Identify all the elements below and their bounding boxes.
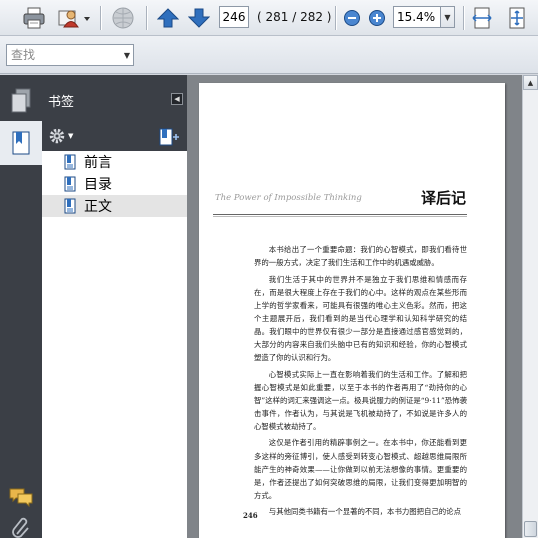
new-bookmark-button[interactable] xyxy=(158,127,180,150)
print-button[interactable] xyxy=(20,5,48,31)
find-input[interactable]: 查找 xyxy=(6,44,134,66)
comments-tab[interactable] xyxy=(0,475,42,519)
bookmark-icon xyxy=(12,131,29,155)
zoom-in-icon xyxy=(369,10,385,26)
chevron-down-icon: ▼ xyxy=(444,12,451,22)
arrow-down-icon xyxy=(188,8,210,28)
panel-title: 书签 xyxy=(48,95,75,110)
comments-icon xyxy=(9,488,33,508)
bookmark-icon xyxy=(64,176,76,192)
bookmark-label: 目录 xyxy=(84,177,112,193)
bookmark-icon xyxy=(64,154,76,170)
zoom-in-button[interactable] xyxy=(367,5,387,31)
scroll-thumb[interactable] xyxy=(524,521,537,537)
printer-icon xyxy=(23,7,45,29)
triangle-up-icon: ▲ xyxy=(527,78,534,87)
paragraph: 与其他同类书籍有一个显著的不同，本书力图把自己的论点 xyxy=(268,507,461,517)
gear-icon xyxy=(49,128,65,144)
attachments-tab[interactable] xyxy=(0,515,42,538)
bookmark-label: 前言 xyxy=(84,155,112,171)
email-button[interactable] xyxy=(56,5,92,31)
paragraph: 我们生活于其中的世界并不是独立于我们思维和情感而存在，而是很大程度上存在于我们的… xyxy=(254,274,467,363)
vertical-scrollbar[interactable]: ▲ xyxy=(522,75,538,538)
fit-page-button[interactable] xyxy=(505,5,529,31)
document-view[interactable]: The Power of Impossible Thinking 译后记 本书给… xyxy=(187,75,522,538)
zoom-out-icon xyxy=(344,10,360,26)
bookmark-item-contents[interactable]: 目录 xyxy=(42,173,187,195)
new-bookmark-icon xyxy=(159,128,179,146)
previous-page-button[interactable] xyxy=(155,5,181,31)
pages-icon xyxy=(11,88,31,113)
scrolling-mode-button[interactable] xyxy=(470,5,494,31)
bookmarks-tab[interactable] xyxy=(0,121,42,165)
main-toolbar: 246 ( 281 / 282 ) 15.4% ▼ xyxy=(0,0,538,36)
zoom-dropdown-button[interactable]: ▼ xyxy=(441,6,455,28)
header-rule xyxy=(213,214,467,215)
scroll-up-button[interactable]: ▲ xyxy=(523,75,538,90)
arrow-up-icon xyxy=(157,8,179,28)
zoom-out-button[interactable] xyxy=(342,5,362,31)
paperclip-icon xyxy=(12,517,29,538)
page-count: ( 281 / 282 ) xyxy=(257,10,332,24)
find-toolbar: 查找 ▼ xyxy=(0,36,538,74)
navigation-rail xyxy=(0,75,42,538)
collapse-panel-button[interactable]: ◀ xyxy=(171,93,183,105)
page-number-input[interactable]: 246 xyxy=(219,6,249,28)
document-page: The Power of Impossible Thinking 译后记 本书给… xyxy=(199,83,505,538)
chevron-down-icon: ▼ xyxy=(68,132,74,140)
page-number: 246 xyxy=(243,511,258,520)
paragraph: 这仅是作者引用的精辟事例之一。在本书中，你还能看到更多这样的旁征博引，使人感受到… xyxy=(254,438,467,500)
chevron-down-icon: ▼ xyxy=(123,50,131,60)
bookmark-list: 前言 目录 正文 xyxy=(42,151,187,217)
collaborate-button[interactable] xyxy=(108,5,138,31)
options-button[interactable]: ▼ xyxy=(48,127,73,145)
pages-tab[interactable] xyxy=(0,79,42,123)
bookmark-item-main-text[interactable]: 正文 xyxy=(42,195,187,217)
header-rule-thin xyxy=(213,216,467,217)
zoom-level-input[interactable]: 15.4% xyxy=(393,6,441,28)
bookmarks-panel: 书签 ◀ ▼ 前言 目录 正文 xyxy=(42,75,187,538)
body-text: 本书给出了一个重要命题：我们的心智模式，即我们看待世界的一般方式，决定了我们生活… xyxy=(254,243,467,522)
bookmark-label: 正文 xyxy=(84,199,112,215)
panel-header: 书签 ◀ xyxy=(42,75,187,123)
next-page-button[interactable] xyxy=(186,5,212,31)
panel-toolbar: ▼ xyxy=(42,123,187,151)
fit-width-icon xyxy=(472,7,492,29)
email-user-icon xyxy=(58,10,90,28)
find-dropdown-button[interactable]: ▼ xyxy=(120,44,134,66)
triangle-left-icon: ◀ xyxy=(174,95,180,103)
bookmark-icon xyxy=(64,198,76,214)
chapter-title: 译后记 xyxy=(421,189,467,207)
globe-icon xyxy=(112,7,134,29)
fit-page-icon xyxy=(509,7,525,29)
paragraph: 心智模式实际上一直在影响着我们的生活和工作。了解和把握心智模式是如此重要，以至于… xyxy=(254,369,467,431)
paragraph: 本书给出了一个重要命题：我们的心智模式，即我们看待世界的一般方式，决定了我们生活… xyxy=(254,245,467,268)
bookmark-item-preface[interactable]: 前言 xyxy=(42,151,187,173)
